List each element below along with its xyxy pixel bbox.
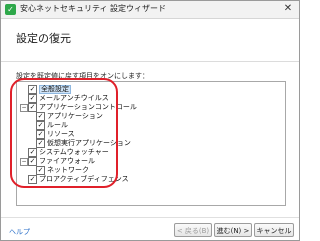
tree-item-label: ファイアウォール [39,157,95,165]
checkbox[interactable]: ✓ [28,103,37,112]
tree-item-label: ネットワーク [47,166,89,174]
checkbox[interactable]: ✓ [28,94,37,103]
checkbox[interactable]: ✓ [36,112,45,121]
next-button[interactable]: 進む(N) > [214,223,252,237]
tree-item-label: リソース [47,130,75,138]
checkbox[interactable]: ✓ [28,148,37,157]
tree-item-label: アプリケーション [47,112,103,120]
collapse-icon[interactable]: − [20,158,28,166]
tree-item-label: プロアクティブディフェンス [39,175,129,183]
tree-item-label: システムウォッチャー [39,148,109,156]
collapse-icon[interactable]: − [20,104,28,112]
page-title: 設定の復元 [16,32,71,45]
tree-item-label: 仮想実行アプリケーション [47,139,131,147]
shield-icon: ✓ [5,4,16,15]
checkbox[interactable]: ✓ [36,130,45,139]
settings-tree[interactable]: ✓ 全般設定 ✓ メールアンチウイルス − ✓ アプリケーションコントロール ✓… [16,81,286,206]
tree-item-label: 全般設定 [39,85,71,94]
checkbox[interactable]: ✓ [36,139,45,148]
instruction-text: 設定を既定値に戻す項目をオンにします： [16,72,149,80]
window-title: 安心ネットセキュリティ 設定ウィザード [20,4,167,13]
title-bar: ✓ 安心ネットセキュリティ 設定ウィザード ✕ [1,1,299,19]
checkbox[interactable]: ✓ [36,121,45,130]
wizard-window: ✓ 安心ネットセキュリティ 設定ウィザード ✕ 設定の復元 設定を既定値に戻す項… [0,0,300,241]
help-link[interactable]: ヘルプ [9,227,30,237]
close-button[interactable]: ✕ [282,3,294,15]
tree-item-label: メールアンチウイルス [39,94,109,102]
header-divider [1,61,299,62]
tree-item-label: アプリケーションコントロール [39,103,137,111]
cancel-button[interactable]: キャンセル [254,223,294,237]
tree-item-label: ルール [47,121,68,129]
back-button[interactable]: < 戻る(B) [174,223,212,237]
checkbox[interactable]: ✓ [28,175,37,184]
checkbox[interactable]: ✓ [28,85,37,94]
footer-divider [1,217,299,218]
checkbox[interactable]: ✓ [28,157,37,166]
checkbox[interactable]: ✓ [36,166,45,175]
